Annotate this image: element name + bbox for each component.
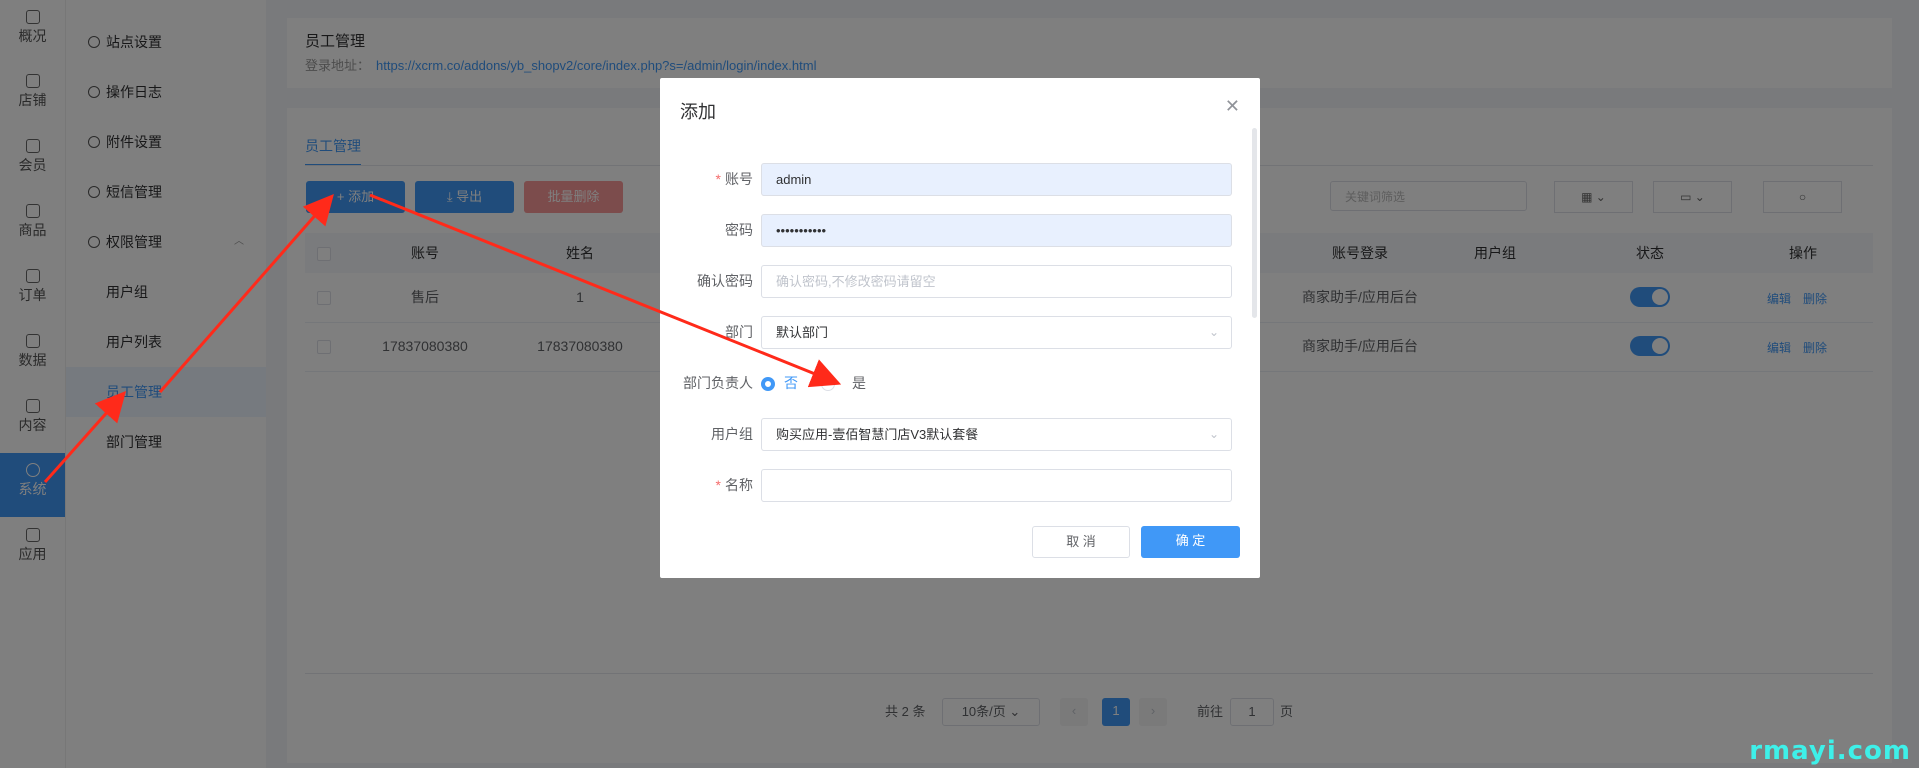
arrow-to-add-button xyxy=(158,193,334,393)
annotation-arrows xyxy=(43,193,842,483)
watermark: rmayi.com xyxy=(1749,736,1911,766)
arrow-to-yes-radio xyxy=(369,193,842,388)
arrow-to-staff-menu xyxy=(43,391,126,483)
